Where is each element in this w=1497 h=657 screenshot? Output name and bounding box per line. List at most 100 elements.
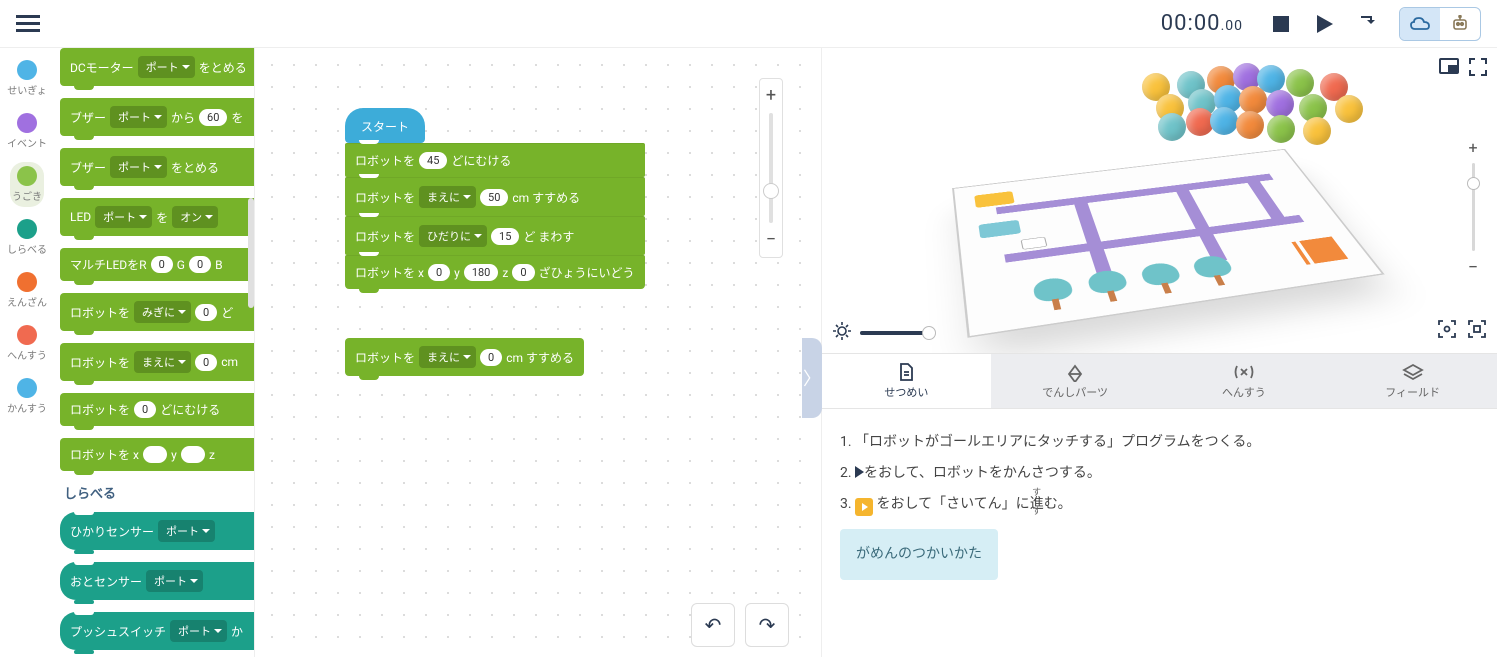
value-input[interactable] [181,446,205,463]
tab-field[interactable]: フィールド [1328,354,1497,408]
fullscreen-icon[interactable] [1469,58,1487,80]
workspace[interactable]: スタート ロボットを 45 どにむける ロボットを まえに 50 cm すすめる… [254,48,807,657]
sim-ball [1267,115,1295,143]
block-robot-rotate[interactable]: ロボットを ひだりに 15 ど まわす [345,216,645,255]
zoom-in-icon[interactable]: + [764,85,778,107]
zoom-slider[interactable]: + − [759,78,783,258]
splitter-handle[interactable]: 〉 [802,338,822,418]
category-operator[interactable]: えんざん [5,268,49,313]
value-input[interactable]: 45 [419,152,447,169]
palette-block-led[interactable]: LED ポート を オン [60,198,254,236]
script-orphan[interactable]: ロボットを まえに 0 cm すすめる [345,338,584,388]
value-input[interactable]: 0 [151,256,173,273]
zoom-in-icon[interactable]: + [1468,138,1477,157]
port-dropdown[interactable]: ポート [146,570,203,592]
palette-block-push-switch[interactable]: プッシュスイッチ ポート か [60,612,254,650]
tab-desc[interactable]: せつめい [822,354,991,408]
value-input[interactable]: 0 [195,354,217,371]
play-icon [855,466,864,478]
redo-button[interactable]: ↷ [745,603,789,647]
block-palette[interactable]: DCモーター ポート をとめる ブザー ポート から 60 を ブザー ポート … [54,48,254,657]
value-input[interactable]: 0 [134,401,156,418]
palette-block-robot-face[interactable]: ロボットを 0 どにむける [60,393,254,426]
tab-parts[interactable]: でんしパーツ [991,354,1160,408]
value-input[interactable]: 0 [480,349,502,366]
value-input[interactable]: 180 [464,264,499,281]
brightness-slider[interactable] [832,321,930,345]
zoom-thumb[interactable] [763,183,779,199]
port-dropdown[interactable]: ポート [158,520,215,542]
sim-ball [1236,111,1264,139]
value-input[interactable]: 15 [491,228,519,245]
block-robot-goto[interactable]: ロボットを x 0 y 180 z 0 ざひょうにいどう [345,255,645,289]
direction-dropdown[interactable]: みぎに [134,301,191,323]
palette-block-multi-led[interactable]: マルチLEDをR 0 G 0 B [60,248,254,281]
sim-ball [1303,117,1331,145]
palette-block-light-sensor[interactable]: ひかりセンサー ポート [60,512,254,550]
sim-ball [1266,90,1294,118]
brightness-icon [832,321,852,345]
simulator-view[interactable]: + − [822,48,1497,353]
category-event[interactable]: イベント [5,109,49,154]
port-dropdown[interactable]: ポート [110,106,167,128]
palette-block-buzzer-stop[interactable]: ブザー ポート をとめる [60,148,254,186]
value-input[interactable] [143,446,167,463]
mode-toggle[interactable] [1399,7,1481,41]
value-input[interactable]: 0 [428,264,450,281]
stop-button[interactable] [1261,6,1301,42]
palette-block-robot-goto[interactable]: ロボットを x y z [60,438,254,471]
palette-block-buzzer-play[interactable]: ブザー ポート から 60 を [60,98,254,136]
port-dropdown[interactable]: ポート [138,56,195,78]
palette-block-robot-move[interactable]: ロボットを まえに 0 cm [60,343,254,381]
zoom-out-icon[interactable]: − [1468,257,1478,278]
direction-dropdown[interactable]: まえに [134,351,191,373]
port-dropdown[interactable]: ポート [110,156,167,178]
category-sensing[interactable]: しらべる [5,215,49,260]
help-button[interactable]: がめんのつかいかた [840,529,998,580]
instruction-line: 1. 「ロボットがゴールエリアにタッチする」プログラムをつくる。 [840,427,1479,458]
brightness-thumb[interactable] [922,326,936,340]
value-input[interactable]: 0 [512,264,534,281]
hat-block-start[interactable]: スタート [345,108,425,143]
target-icon[interactable] [1467,319,1487,343]
script-stack[interactable]: スタート ロボットを 45 どにむける ロボットを まえに 50 cm すすめる… [345,108,645,289]
port-dropdown[interactable]: ポート [95,206,152,228]
category-control[interactable]: せいぎょ [5,56,49,101]
sim-ball [1286,69,1314,97]
undo-button[interactable]: ↶ [691,603,735,647]
zoom-track[interactable] [769,113,773,223]
pane-splitter[interactable]: 〉 [807,48,821,657]
category-motion[interactable]: うごき [10,162,44,207]
category-variable[interactable]: へんすう [5,321,49,366]
block-robot-face[interactable]: ロボットを 45 どにむける [345,143,645,177]
block-robot-move[interactable]: ロボットを まえに 0 cm すすめる [345,338,584,376]
direction-dropdown[interactable]: ひだりに [419,225,487,247]
category-function[interactable]: かんすう [5,374,49,419]
value-input[interactable]: 0 [195,304,217,321]
direction-dropdown[interactable]: まえに [419,346,476,368]
zoom-out-icon[interactable]: − [764,229,778,251]
instruction-line: 2. をおして、ロボットをかんさつする。 [840,458,1479,489]
block-robot-move[interactable]: ロボットを まえに 50 cm すすめる [345,177,645,216]
sim-3d-scene [962,98,1362,348]
play-button[interactable] [1305,6,1345,42]
menu-icon[interactable] [16,11,40,36]
cloud-mode-icon[interactable] [1400,8,1440,40]
port-dropdown[interactable]: ポート [170,620,227,642]
robot-mode-icon[interactable] [1440,8,1480,40]
tab-vars[interactable]: へんすう [1160,354,1329,408]
value-input[interactable]: 50 [480,189,508,206]
value-input[interactable]: 60 [199,109,227,126]
state-dropdown[interactable]: オン [172,206,218,228]
sim-zoom-slider[interactable]: + − [1463,138,1483,278]
palette-block-sound-sensor[interactable]: おとセンサー ポート [60,562,254,600]
palette-block-dc-motor-stop[interactable]: DCモーター ポート をとめる [60,48,254,86]
zoom-thumb[interactable] [1467,177,1480,190]
step-button[interactable] [1349,6,1389,42]
palette-block-robot-turn-direction[interactable]: ロボットを みぎに 0 ど [60,293,254,331]
pip-icon[interactable] [1439,58,1459,80]
category-sidebar: せいぎょイベントうごきしらべるえんざんへんすうかんすう [0,48,54,657]
focus-icon[interactable] [1437,319,1457,343]
value-input[interactable]: 0 [189,256,211,273]
direction-dropdown[interactable]: まえに [419,186,476,208]
